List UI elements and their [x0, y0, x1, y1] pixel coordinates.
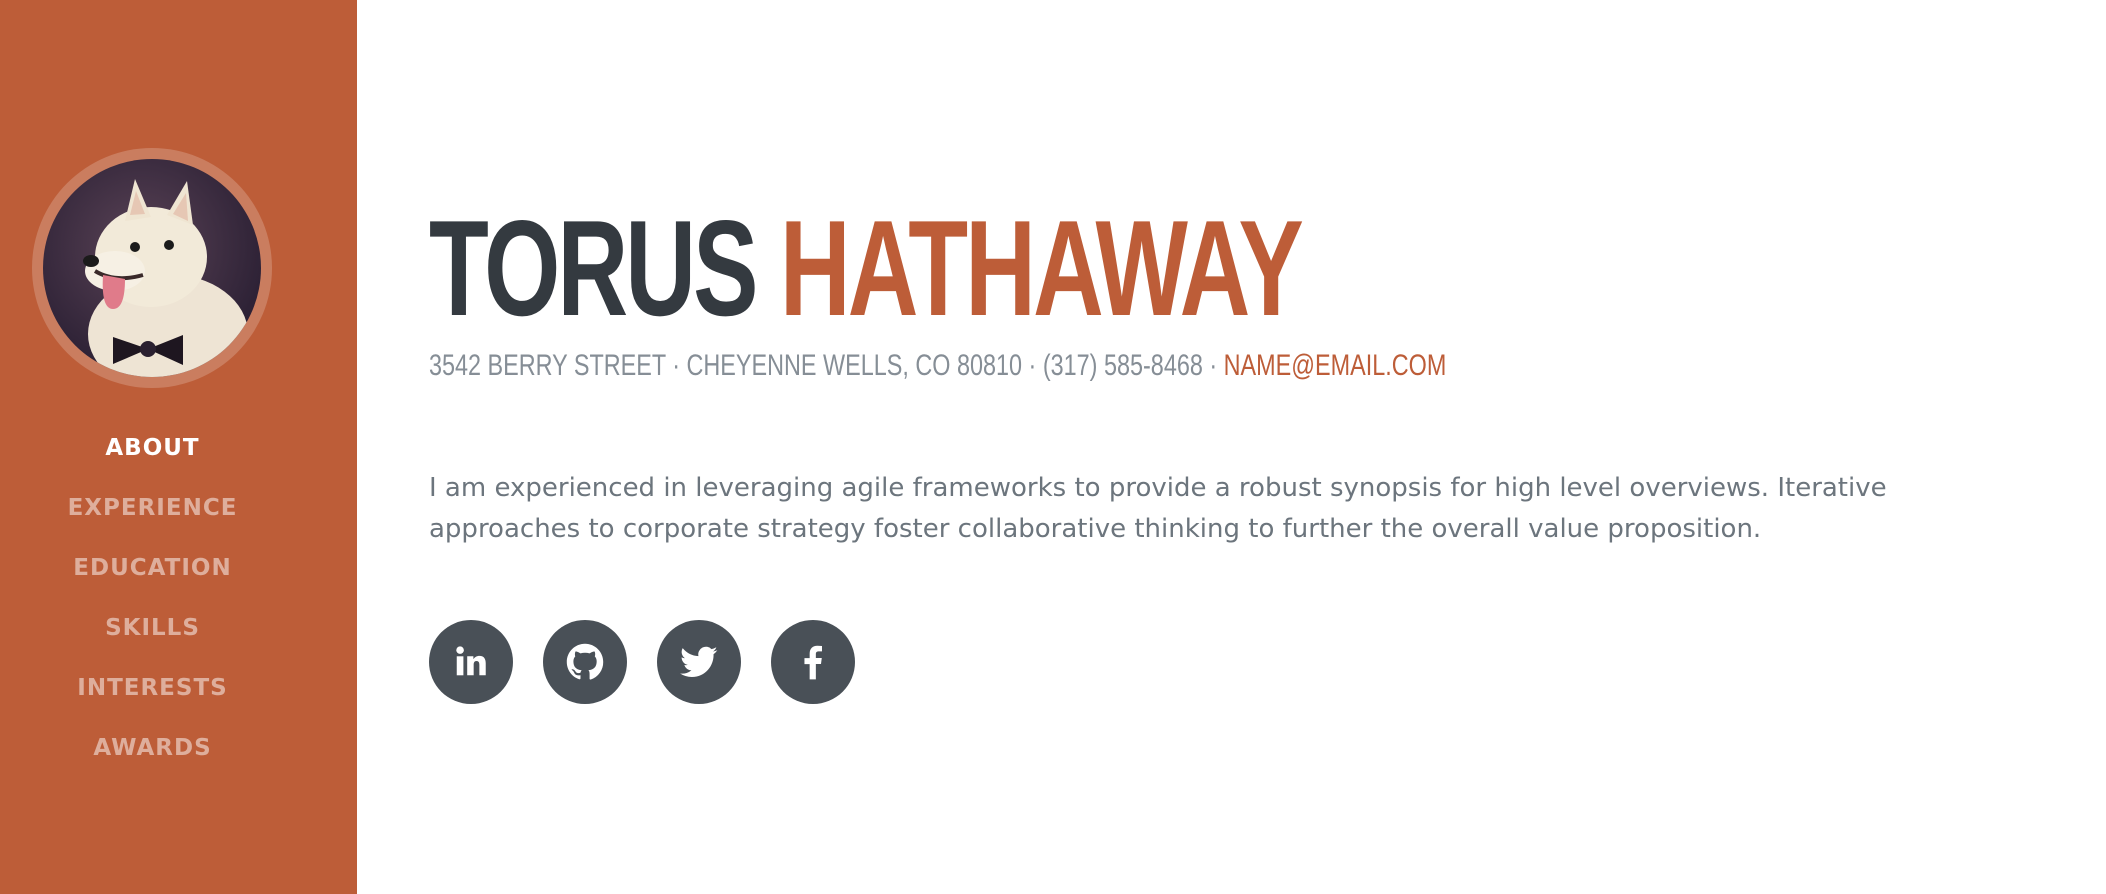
twitter-button[interactable] [657, 620, 741, 704]
linkedin-button[interactable] [429, 620, 513, 704]
nav-item-experience[interactable]: EXPERIENCE [0, 478, 305, 538]
sidebar-nav: ABOUT EXPERIENCE EDUCATION SKILLS INTERE… [0, 418, 305, 778]
dog-image [83, 179, 248, 377]
address-text: 3542 BERRY STREET · CHEYENNE WELLS, CO 8… [429, 349, 1224, 382]
facebook-button[interactable] [771, 620, 855, 704]
nav-item-interests[interactable]: INTERESTS [0, 658, 305, 718]
nav-item-about[interactable]: ABOUT [0, 418, 305, 478]
contact-info: 3542 BERRY STREET · CHEYENNE WELLS, CO 8… [429, 346, 1446, 386]
avatar-image [43, 159, 261, 377]
nav-item-education[interactable]: EDUCATION [0, 538, 305, 598]
last-name: HATHAWAY [779, 192, 1304, 344]
avatar[interactable] [32, 148, 272, 388]
email-link[interactable]: NAME@EMAIL.COM [1224, 349, 1447, 382]
page-title: TORUS HATHAWAY [429, 200, 1304, 336]
first-name: TORUS [429, 192, 758, 344]
sidebar: ABOUT EXPERIENCE EDUCATION SKILLS INTERE… [0, 0, 357, 894]
github-button[interactable] [543, 620, 627, 704]
nav-item-awards[interactable]: AWARDS [0, 718, 305, 778]
twitter-icon [680, 646, 718, 677]
nav-item-skills[interactable]: SKILLS [0, 598, 305, 658]
social-links [429, 620, 855, 704]
lead-text: I am experienced in leveraging agile fra… [429, 473, 1887, 544]
facebook-icon [804, 645, 822, 680]
github-icon [566, 643, 604, 680]
linkedin-icon [456, 646, 486, 676]
